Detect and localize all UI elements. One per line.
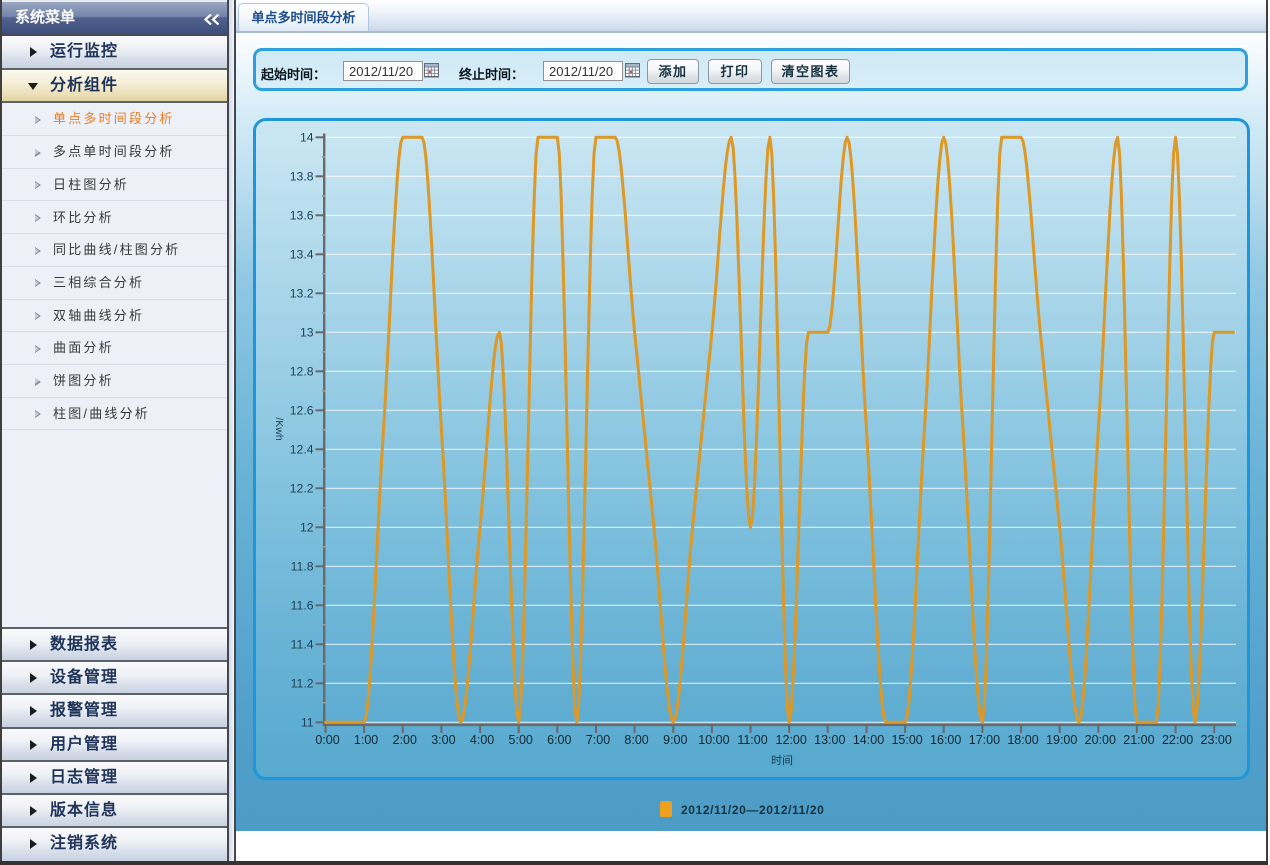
svg-text:11: 11 — [301, 716, 314, 730]
svg-text:22:00: 22:00 — [1162, 733, 1193, 747]
svg-text:13.2: 13.2 — [290, 287, 314, 301]
svg-text:16:00: 16:00 — [930, 733, 961, 747]
svg-text:18:00: 18:00 — [1007, 733, 1038, 747]
svg-text:21:00: 21:00 — [1123, 733, 1154, 747]
svg-text:14:00: 14:00 — [853, 733, 884, 747]
svg-text:12.2: 12.2 — [290, 482, 314, 496]
svg-text:13: 13 — [300, 326, 314, 340]
svg-text:11:00: 11:00 — [737, 733, 767, 747]
svg-text:17:00: 17:00 — [969, 733, 1000, 747]
svg-text:19:00: 19:00 — [1046, 733, 1077, 747]
svg-text:13.4: 13.4 — [290, 248, 314, 262]
svg-text:15:00: 15:00 — [891, 733, 922, 747]
svg-text:11.8: 11.8 — [291, 560, 314, 574]
svg-text:4:00: 4:00 — [470, 733, 494, 747]
svg-text:3:00: 3:00 — [431, 733, 455, 747]
svg-text:12.8: 12.8 — [290, 365, 314, 379]
svg-text:2:00: 2:00 — [393, 733, 417, 747]
svg-text:12.4: 12.4 — [290, 443, 314, 457]
svg-text:/Kwh: /Kwh — [273, 417, 285, 441]
svg-text:23:00: 23:00 — [1201, 733, 1232, 747]
svg-text:6:00: 6:00 — [547, 733, 571, 747]
svg-text:1:00: 1:00 — [354, 733, 378, 747]
svg-text:13.8: 13.8 — [290, 170, 314, 184]
svg-text:5:00: 5:00 — [509, 733, 533, 747]
svg-text:8:00: 8:00 — [624, 733, 648, 747]
svg-text:14: 14 — [300, 131, 314, 145]
svg-text:13:00: 13:00 — [814, 733, 845, 747]
svg-text:10:00: 10:00 — [698, 733, 729, 747]
svg-text:9:00: 9:00 — [663, 733, 687, 747]
svg-text:11.2: 11.2 — [291, 677, 314, 691]
svg-text:12:00: 12:00 — [776, 733, 807, 747]
svg-text:11.4: 11.4 — [291, 638, 314, 652]
svg-text:时间: 时间 — [771, 754, 793, 767]
svg-text:20:00: 20:00 — [1085, 733, 1116, 747]
svg-text:12.6: 12.6 — [290, 404, 314, 418]
svg-text:11.6: 11.6 — [291, 599, 314, 613]
svg-text:7:00: 7:00 — [586, 733, 610, 747]
svg-text:12: 12 — [300, 521, 314, 535]
svg-text:13.6: 13.6 — [290, 209, 314, 223]
svg-text:0:00: 0:00 — [315, 733, 339, 747]
